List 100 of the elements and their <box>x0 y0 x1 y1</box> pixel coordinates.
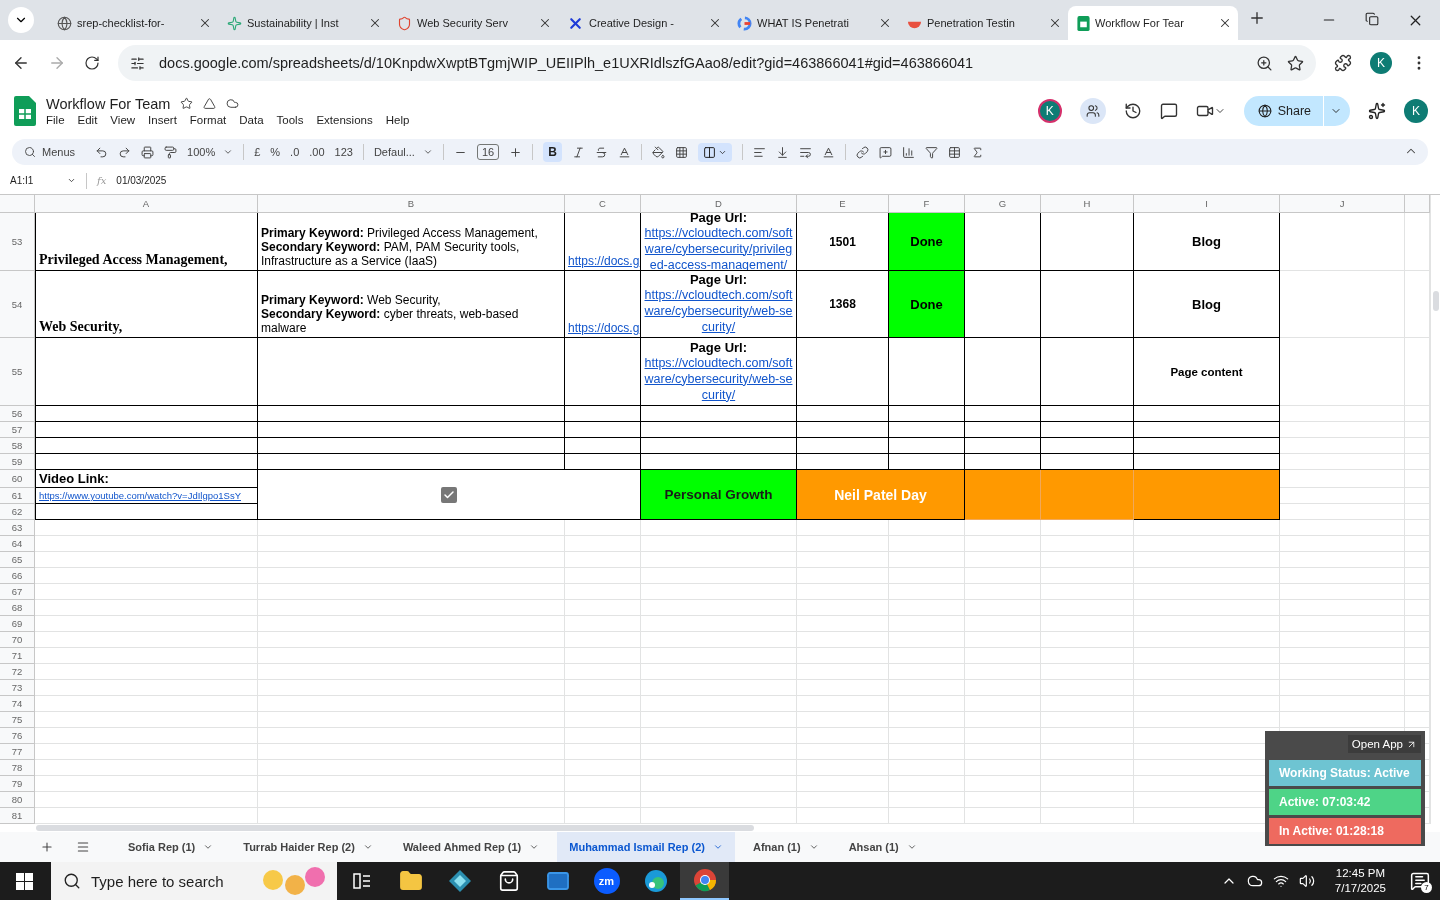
people-button[interactable] <box>1079 97 1106 124</box>
cloud-icon[interactable] <box>226 97 240 110</box>
column-header[interactable]: B <box>258 195 565 213</box>
vertical-align-icon[interactable] <box>775 145 789 159</box>
history-icon[interactable] <box>1123 101 1142 120</box>
checkbox[interactable] <box>441 486 457 503</box>
sheet-tab[interactable]: Sofia Rep (1) <box>116 832 226 862</box>
row-number[interactable]: 58 <box>0 438 35 454</box>
row-number[interactable]: 68 <box>0 600 35 616</box>
column-header[interactable]: A <box>35 195 258 213</box>
bold-button[interactable]: B <box>543 142 562 162</box>
row-number[interactable]: 74 <box>0 696 35 712</box>
font-size-field[interactable]: 16 <box>476 144 500 160</box>
extensions-icon[interactable] <box>1334 54 1352 72</box>
sheet-tab[interactable]: Waleed Ahmed Rep (1) <box>390 832 552 862</box>
doc-link[interactable]: https://docs.g <box>568 254 637 270</box>
increase-size-icon[interactable] <box>509 145 523 159</box>
menu-item[interactable]: Data <box>239 113 264 126</box>
name-box[interactable]: A1:I1 <box>10 175 76 186</box>
wrap-icon[interactable] <box>798 145 812 159</box>
row-number[interactable]: 61 <box>0 488 35 504</box>
link-icon[interactable] <box>855 145 869 159</box>
document-title[interactable]: Workflow For Team <box>46 95 171 112</box>
rotate-icon[interactable] <box>821 145 835 159</box>
sheet-tab[interactable]: Turrab Haider Rep (2) <box>231 832 385 862</box>
browser-tab[interactable]: Workflow For Tear <box>1068 6 1238 40</box>
filter-icon[interactable] <box>924 145 938 159</box>
percent-button[interactable]: % <box>270 146 281 158</box>
add-comment-icon[interactable] <box>878 145 892 159</box>
text-color-icon[interactable] <box>617 145 631 159</box>
clock-time[interactable]: 12:45 PM <box>1335 866 1386 881</box>
star-icon[interactable] <box>180 97 194 110</box>
close-icon[interactable] <box>198 16 212 30</box>
fill-color-icon[interactable] <box>651 145 665 159</box>
align-icon[interactable] <box>752 145 766 159</box>
row-number[interactable]: 77 <box>0 744 35 760</box>
row-number[interactable]: 80 <box>0 792 35 808</box>
new-tab-icon[interactable] <box>1248 9 1266 27</box>
font-dropdown[interactable]: Defaul... <box>373 146 433 158</box>
increase-decimals-button[interactable]: .00 <box>309 146 325 158</box>
menu-item[interactable]: Help <box>385 113 410 126</box>
zoom-icon[interactable] <box>1256 54 1273 72</box>
row-number[interactable]: 70 <box>0 632 35 648</box>
notification-icon[interactable] <box>1410 871 1430 891</box>
address-bar[interactable]: docs.google.com/spreadsheets/d/10KnpdwXwptBTgmjWIP_UEIIPlh_e1UXRIdlszfGAao8/edit?gid=463866041#gid=463866041 <box>118 45 1316 81</box>
menu-item[interactable]: Insert <box>148 113 177 126</box>
page-link[interactable]: https://vcloudtech.com/software/cybersecurity/web-security/ <box>644 287 793 335</box>
paint-format-icon[interactable] <box>164 145 178 159</box>
menu-item[interactable]: Tools <box>276 113 304 126</box>
row-number[interactable]: 57 <box>0 422 35 438</box>
row-number[interactable]: 59 <box>0 454 35 470</box>
drive-icon[interactable] <box>203 97 217 110</box>
row-number[interactable]: 53 <box>0 213 35 271</box>
task-view-icon[interactable] <box>352 873 371 889</box>
sheets-logo-icon[interactable] <box>14 95 36 126</box>
table-icon[interactable] <box>947 145 961 159</box>
print-icon[interactable] <box>141 145 155 159</box>
taskbar-search-field[interactable]: Type here to search <box>51 862 337 900</box>
row-number[interactable]: 56 <box>0 406 35 422</box>
menu-item[interactable]: Extensions <box>316 113 373 126</box>
cloud-icon[interactable] <box>1246 873 1263 889</box>
volume-icon[interactable] <box>1298 873 1315 889</box>
zoom-app-icon[interactable]: zm <box>593 868 620 894</box>
page-link[interactable]: https://vcloudtech.com/software/cybersecurity/web-security/ <box>644 354 793 403</box>
share-button[interactable]: Share <box>1243 95 1350 126</box>
profile-avatar[interactable]: K <box>1370 52 1392 74</box>
menu-item[interactable]: Format <box>189 113 227 126</box>
corner-cell[interactable] <box>0 195 35 213</box>
row-number[interactable]: 79 <box>0 776 35 792</box>
browser-tab[interactable]: Penetration Testin <box>898 6 1068 40</box>
row-number[interactable]: 64 <box>0 536 35 552</box>
sheet-tab[interactable]: Ahsan (1) <box>836 832 929 862</box>
row-number[interactable]: 69 <box>0 616 35 632</box>
network-icon[interactable] <box>1272 873 1289 889</box>
mail-icon[interactable] <box>545 869 570 893</box>
scrollbar[interactable] <box>1430 195 1440 824</box>
row-number[interactable]: 67 <box>0 584 35 600</box>
strikethrough-icon[interactable] <box>594 145 608 159</box>
currency-button[interactable]: £ <box>254 146 261 158</box>
close-icon[interactable] <box>1048 16 1062 30</box>
restore-icon[interactable] <box>1365 11 1379 26</box>
comment-icon[interactable] <box>1159 101 1178 120</box>
decrease-decimals-button[interactable]: .0 <box>290 146 300 158</box>
row-number[interactable]: 71 <box>0 648 35 664</box>
bookmark-icon[interactable] <box>1287 54 1304 72</box>
row-number[interactable]: 60 <box>0 470 35 488</box>
windows-icon[interactable] <box>16 872 33 890</box>
column-header[interactable]: C <box>565 195 641 213</box>
account-avatar[interactable]: K <box>1404 98 1428 123</box>
menu-item[interactable]: File <box>46 113 65 126</box>
row-number[interactable]: 66 <box>0 568 35 584</box>
people-icon[interactable] <box>1085 103 1100 118</box>
reload-icon[interactable] <box>84 55 100 71</box>
swirl-icon[interactable] <box>643 869 668 893</box>
close-icon[interactable] <box>538 16 552 30</box>
column-header[interactable]: G <box>965 195 1041 213</box>
browser-tab[interactable]: Creative Design - <box>558 6 728 40</box>
row-number[interactable]: 65 <box>0 552 35 568</box>
row-number[interactable]: 62 <box>0 504 35 520</box>
chart-icon[interactable] <box>901 145 915 159</box>
